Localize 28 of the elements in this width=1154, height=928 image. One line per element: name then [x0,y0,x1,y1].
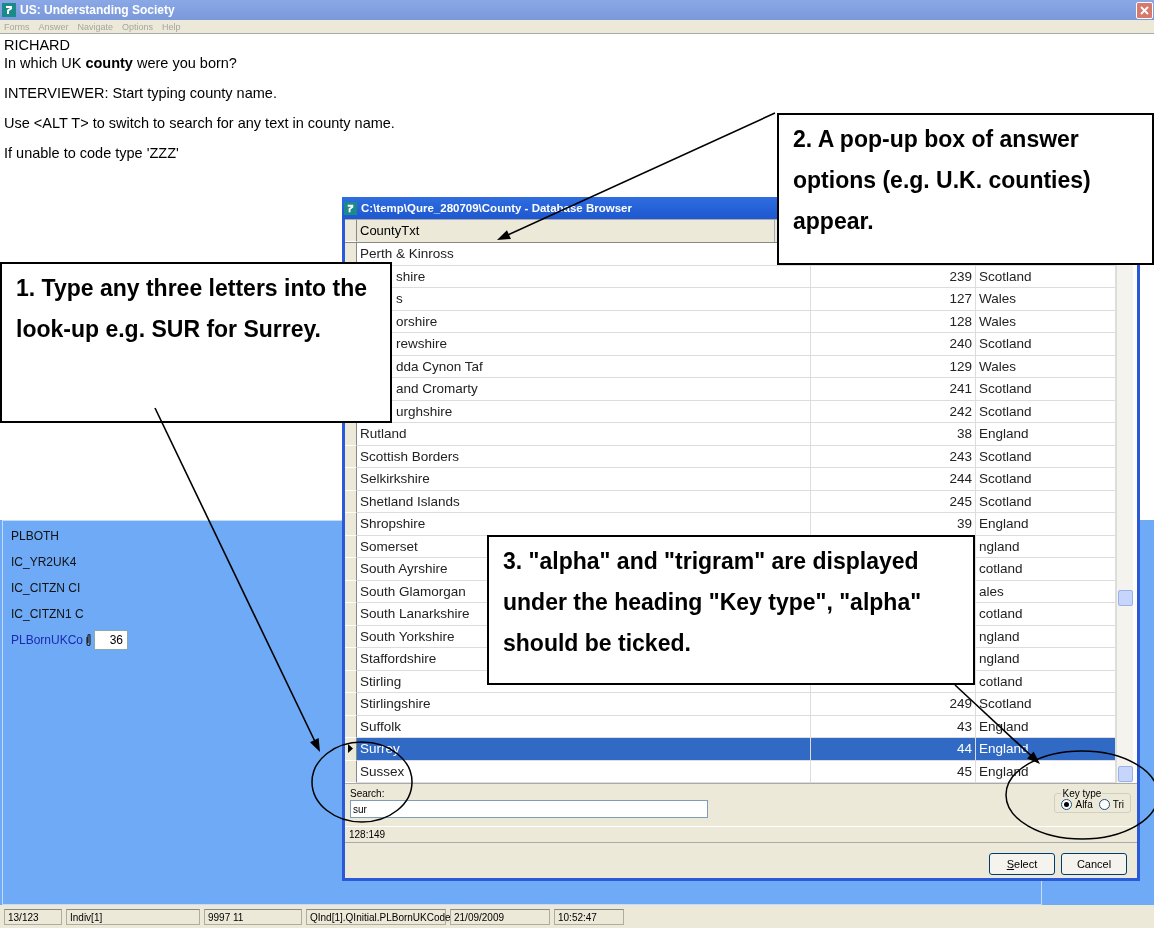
search-label: Search: [350,788,386,799]
table-cell: 241 [811,378,976,401]
instruction-text: INTERVIEWER: Start typing county name. [4,84,277,102]
key-type-label: Key type [1061,788,1103,799]
table-cell: 44 [811,738,976,761]
callout-tooltip: 2. A pop-up box of answer options (e.g. U.K. counties) appear. [777,113,1154,265]
table-cell: 240 [811,333,976,356]
table-cell: Selkirkshire [357,468,811,491]
callout-tooltip: 3. "alpha" and "trigram" are displayed under the heading "Key type", "alpha" should be ticked. [487,535,975,685]
instruction-text: Use <ALT T> to switch to search for any text in county name. [4,114,395,132]
table-cell: 38 [811,423,976,446]
window-title: US: Understanding Society [20,3,176,17]
status-panel: 10:52:47 [554,908,624,925]
record-count: 128:149 [349,829,386,840]
table-cell: Sussex [357,760,811,783]
table-cell: Stirlingshire [357,693,811,716]
instruction-text: If unable to code type 'ZZZ' [4,144,179,162]
table-cell: 127 [811,288,976,311]
table-cell: 249 [811,693,976,716]
status-panel: Indiv[1] [66,908,200,925]
question-text: In which UK county were you born? [4,54,238,72]
status-panel: 9997 11 [204,908,302,925]
table-cell: Rutland [357,423,811,446]
status-panel: 13/123 [4,908,62,925]
respondent-name: RICHARD [4,36,72,54]
status-panel: 21/09/2009 [450,908,550,925]
table-cell: 244 [811,468,976,491]
table-cell: 45 [811,760,976,783]
